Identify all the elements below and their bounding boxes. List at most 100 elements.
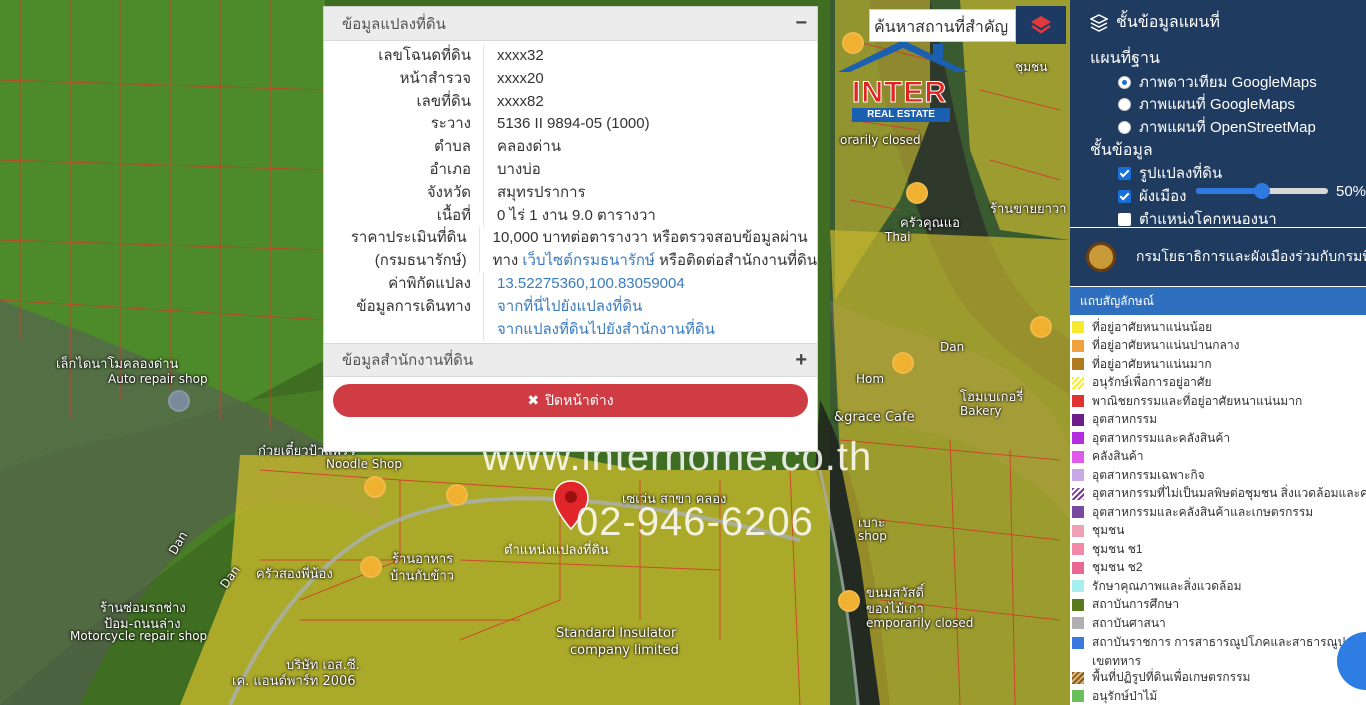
- legend-header: แถบสัญลักษณ์: [1070, 287, 1366, 315]
- map-poi-icon[interactable]: [838, 590, 860, 612]
- legend-item: ที่อยู่อาศัยหนาแน่นน้อย: [1070, 318, 1366, 337]
- expand-icon[interactable]: +: [795, 349, 807, 372]
- info-value: สมุทรปราการ: [497, 183, 586, 201]
- basemap-option-osm[interactable]: ภาพแผนที่ OpenStreetMap: [1118, 115, 1316, 139]
- checkbox-checked[interactable]: [1118, 189, 1131, 203]
- map-label: Hom: [856, 372, 885, 386]
- radio-unselected[interactable]: [1118, 97, 1131, 111]
- legend-swatch: [1072, 376, 1084, 389]
- info-label: อำเภอ: [324, 158, 484, 182]
- info-label: เลขที่ดิน: [324, 90, 484, 114]
- checkbox-unchecked[interactable]: [1118, 212, 1131, 226]
- info-row: เนื้อที่ 0 ไร่ 1 งาน 9.0 ตารางวา: [324, 204, 817, 228]
- info-row: เลขโฉนดที่ดิน xxxx32: [324, 45, 817, 68]
- opacity-value: 50%: [1336, 183, 1366, 200]
- coords-link[interactable]: 13.52275360,100.83059004: [497, 275, 685, 292]
- legend-swatch: [1072, 321, 1084, 334]
- collapse-icon[interactable]: −: [795, 12, 807, 35]
- legend-swatch: [1072, 487, 1084, 500]
- legend-label: อุตสาหกรรมเฉพาะกิจ: [1092, 467, 1205, 482]
- legend-item: ชุมชน ช1: [1070, 540, 1366, 559]
- basemap-option-satellite[interactable]: ภาพดาวเทียม GoogleMaps: [1118, 70, 1317, 94]
- map-label: เล็กไดนาโมคลองด่าน: [56, 357, 179, 372]
- inter-real-estate-logo: INTER REAL ESTATE: [838, 38, 968, 126]
- map-poi-icon[interactable]: [1030, 316, 1052, 338]
- layer-option-cityplan[interactable]: ผังเมือง: [1118, 184, 1186, 208]
- map-poi-icon[interactable]: [892, 352, 914, 374]
- legend-label: พาณิชยกรรมและที่อยู่อาศัยหนาแน่นมาก: [1092, 393, 1303, 408]
- logo-name: INTER: [852, 76, 947, 110]
- radio-unselected[interactable]: [1118, 120, 1131, 134]
- legend-label: ที่อยู่อาศัยหนาแน่นปานกลาง: [1092, 338, 1240, 353]
- map-poi-icon[interactable]: [906, 182, 928, 204]
- map-label: &grace Cafe: [834, 410, 915, 425]
- parcel-info-header[interactable]: ข้อมูลแปลงที่ดิน −: [324, 7, 817, 41]
- layers-title[interactable]: ชั้นข้อมูลแผนที่: [1090, 10, 1220, 35]
- map-label: ชุมชน: [1015, 60, 1048, 74]
- legend-label: อุตสาหกรรมที่ไม่เป็นมลพิษต่อชุมชน สิ่งแว…: [1092, 486, 1366, 501]
- legend-label: สถาบันศาสนา: [1092, 615, 1166, 630]
- legend-swatch: [1072, 395, 1084, 408]
- opacity-slider[interactable]: [1196, 183, 1328, 199]
- checkbox-checked[interactable]: [1118, 166, 1131, 180]
- watermark-phone: 02-946-6206: [576, 500, 814, 544]
- legend-item: คลังสินค้า: [1070, 448, 1366, 467]
- legend-item: อนุรักษ์ป่าไม้: [1070, 687, 1366, 705]
- legend-swatch: [1072, 413, 1084, 426]
- map-poi-icon[interactable]: [446, 484, 468, 506]
- stack-icon: [1090, 13, 1108, 32]
- route-to-office-link[interactable]: จากแปลงที่ดินไปยังสำนักงานที่ดิน: [497, 321, 715, 338]
- map-label: shop: [858, 529, 887, 543]
- parcel-info-rows: เลขโฉนดที่ดิน xxxx32 หน้าสำรวจ xxxx20 เลขท…: [324, 41, 817, 342]
- legend-item: ที่อยู่อาศัยหนาแน่นมาก: [1070, 355, 1366, 374]
- legend-label: สถาบันราชการ การสาธารณูปโภคและสาธารณูปกา…: [1092, 633, 1366, 671]
- legend-swatch: [1072, 543, 1084, 556]
- price-value-line: 10,000 บาทต่อตารางวา หรือตรวจสอบข้อมูลผ่…: [492, 229, 808, 247]
- map-poi-icon[interactable]: [360, 556, 382, 578]
- map-poi-icon[interactable]: [364, 476, 386, 498]
- treasury-website-link[interactable]: เว็บไซต์กรมธนารักษ์: [522, 252, 654, 269]
- info-value: xxxx82: [497, 92, 544, 110]
- radio-selected[interactable]: [1118, 75, 1131, 89]
- legend-item: รักษาคุณภาพและสิ่งแวดล้อม: [1070, 577, 1366, 596]
- map-label: Noodle Shop: [326, 457, 402, 471]
- close-window-button[interactable]: ✖ ปิดหน้าต่าง: [333, 384, 808, 417]
- legend-list: ที่อยู่อาศัยหนาแน่นน้อย ที่อยู่อาศัยหนาแ…: [1070, 318, 1366, 705]
- layers-icon: [1031, 16, 1051, 34]
- price-label-line: ราคาประเมินที่ดิน: [350, 229, 467, 247]
- price-text: ทาง: [492, 252, 519, 270]
- price-value-line: ทาง เว็บไซต์กรมธนารักษ์ หรือติดต่อสำนักง…: [493, 250, 817, 273]
- info-value: 0 ไร่ 1 งาน 9.0 ตารางวา: [497, 206, 656, 224]
- legend-label: ชุมชน ช1: [1092, 541, 1143, 556]
- basemap-option-googlemap[interactable]: ภาพแผนที่ GoogleMaps: [1118, 92, 1295, 116]
- travel-label: ข้อมูลการเดินทาง: [324, 295, 484, 342]
- map-viewer: เล็กไดนาโมคลองด่าน Auto repair shop ก๋วย…: [0, 0, 1366, 705]
- legend-swatch: [1072, 469, 1084, 482]
- layers-title-text: ชั้นข้อมูลแผนที่: [1116, 14, 1220, 31]
- opacity-slider-handle[interactable]: [1254, 183, 1270, 199]
- map-label: บ้านกับข้าว: [390, 569, 455, 584]
- map-label: company limited: [570, 643, 679, 658]
- basemap-label: ภาพแผนที่ GoogleMaps: [1139, 96, 1296, 113]
- price-value: 10,000 บาทต่อตารางวา หรือตรวจสอบข้อมูลผ่…: [480, 227, 817, 273]
- legend-label: ชุมชน ช2: [1092, 560, 1143, 575]
- legend-swatch: [1072, 617, 1084, 630]
- logo-sub: REAL ESTATE: [852, 108, 950, 122]
- map-poi-icon[interactable]: [168, 390, 190, 412]
- basemap-label: ภาพดาวเทียม GoogleMaps: [1139, 74, 1317, 91]
- parcel-info-title: ข้อมูลแปลงที่ดิน: [342, 15, 446, 33]
- search-input[interactable]: ค้นหาสถานที่สำคัญ: [869, 9, 1016, 42]
- legend-item: อุตสาหกรรมและคลังสินค้าและเกษตรกรรม: [1070, 503, 1366, 522]
- layer-option-parcels[interactable]: รูปแปลงที่ดิน: [1118, 161, 1222, 185]
- legend-item: ชุมชน: [1070, 522, 1366, 541]
- legend-item: สถาบันการศึกษา: [1070, 596, 1366, 615]
- legend-label: พื้นที่ปฏิรูปที่ดินเพื่อเกษตรกรรม: [1092, 670, 1251, 685]
- layers-button[interactable]: [1016, 6, 1066, 44]
- map-label: ครัวสองพี่น้อง: [256, 567, 333, 582]
- land-office-header[interactable]: ข้อมูลสำนักงานที่ดิน +: [324, 343, 817, 378]
- info-row: จังหวัด สมุทรปราการ: [324, 181, 817, 205]
- legend-label: อุตสาหกรรมและคลังสินค้าและเกษตรกรรม: [1092, 504, 1314, 519]
- route-to-parcel-link[interactable]: จากที่นี่ไปยังแปลงที่ดิน: [497, 298, 642, 315]
- info-label: เนื้อที่: [324, 204, 484, 228]
- legend-label: ที่อยู่อาศัยหนาแน่นน้อย: [1092, 319, 1213, 334]
